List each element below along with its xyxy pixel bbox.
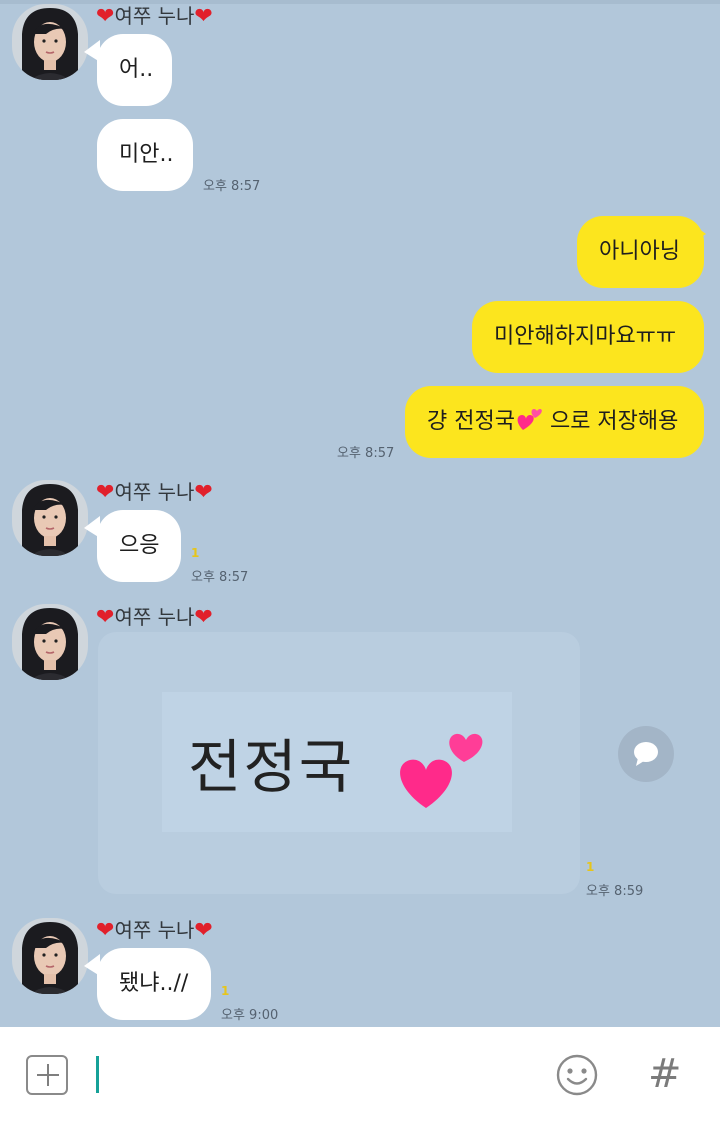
unread-count: 1 (586, 860, 595, 874)
sender-name-text: 여쭈 누나 (114, 605, 195, 629)
text-caret (96, 1056, 99, 1093)
message-input[interactable] (96, 1056, 530, 1096)
heart-icon: ❤ (194, 918, 213, 943)
message-bubble[interactable]: 미안.. (97, 119, 193, 191)
avatar[interactable] (12, 918, 88, 994)
hashtag-button[interactable]: # (648, 1050, 682, 1098)
two-hearts-icon (515, 409, 543, 434)
sender-name: ❤여쭈 누나❤ (96, 478, 213, 507)
plus-square-icon[interactable] (26, 1055, 68, 1095)
unread-count: 1 (221, 984, 230, 998)
message-time: 오후 9:00 (221, 1008, 279, 1023)
photo-message[interactable]: 전정국 (98, 632, 580, 894)
message-time: 오후 8:57 (337, 446, 395, 461)
avatar[interactable] (12, 604, 88, 680)
sender-name: ❤여쭈 누나❤ (96, 2, 213, 31)
two-hearts-icon (390, 722, 490, 816)
message-time: 오후 8:59 (586, 884, 644, 899)
heart-icon: ❤ (96, 918, 115, 943)
message-time: 오후 8:57 (191, 570, 249, 585)
sender-name: ❤여쭈 누나❤ (96, 603, 213, 632)
avatar[interactable] (12, 4, 88, 80)
sender-name: ❤여쭈 누나❤ (96, 916, 213, 945)
heart-icon: ❤ (194, 605, 213, 630)
message-bubble[interactable]: 으응 (97, 510, 181, 582)
photo-text: 전정국 (188, 733, 355, 801)
message-bubble[interactable]: 됐냐..// (97, 948, 211, 1020)
message-time: 오후 8:57 (203, 179, 261, 194)
unread-count: 1 (191, 546, 200, 560)
sender-name-text: 여쭈 누나 (114, 480, 195, 504)
share-button[interactable] (618, 726, 674, 782)
heart-icon: ❤ (96, 605, 115, 630)
heart-icon: ❤ (96, 4, 115, 29)
sender-name-text: 여쭈 누나 (114, 4, 195, 28)
speech-bubble-icon (634, 742, 658, 766)
message-text: 걍 전정국 (427, 409, 515, 434)
heart-icon: ❤ (96, 480, 115, 505)
heart-icon: ❤ (194, 4, 213, 29)
sender-name-text: 여쭈 누나 (114, 918, 195, 942)
my-message-bubble[interactable]: 아니아닝 (577, 216, 704, 288)
message-text: 으로 저장해용 (542, 409, 679, 434)
avatar[interactable] (12, 480, 88, 556)
my-message-bubble[interactable]: 미안해하지마요ㅠㅠ (472, 301, 704, 373)
my-message-bubble[interactable]: 걍 전정국 으로 저장해용 (405, 386, 704, 458)
smiley-icon[interactable] (556, 1054, 598, 1096)
message-bubble[interactable]: 어.. (97, 34, 172, 106)
heart-icon: ❤ (194, 480, 213, 505)
